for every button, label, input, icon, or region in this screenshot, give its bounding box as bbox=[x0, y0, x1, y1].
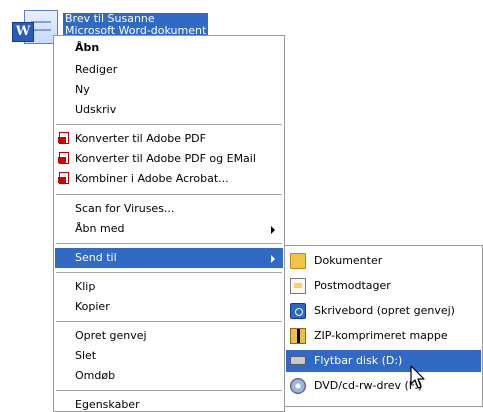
word-w-glyph: W bbox=[12, 22, 34, 42]
send-to-dvd-drive[interactable]: DVD/cd-rw-drev (F:) bbox=[286, 375, 481, 397]
menu-item-label: Scan for Viruses... bbox=[75, 202, 175, 215]
menu-separator bbox=[56, 194, 282, 195]
menu-separator bbox=[56, 124, 282, 125]
zip-folder-icon bbox=[290, 328, 306, 344]
send-to-mail-recipient[interactable]: Postmodtager bbox=[286, 275, 481, 297]
menu-item-label: Konverter til Adobe PDF og EMail bbox=[75, 152, 256, 165]
menu-item-combine-acrobat[interactable]: Kombiner i Adobe Acrobat... bbox=[55, 169, 283, 189]
menu-item-label: Slet bbox=[75, 349, 97, 362]
menu-item-rename[interactable]: Omdøb bbox=[55, 366, 283, 386]
folder-icon bbox=[290, 253, 306, 269]
mouse-cursor-icon bbox=[410, 365, 425, 389]
adobe-pdf-email-icon bbox=[58, 152, 70, 165]
adobe-pdf-icon bbox=[58, 132, 70, 145]
submenu-item-label: DVD/cd-rw-drev (F:) bbox=[314, 379, 423, 392]
menu-item-open[interactable]: Åbn bbox=[55, 38, 283, 58]
menu-item-print[interactable]: Udskriv bbox=[55, 100, 283, 120]
removable-disk-icon bbox=[290, 356, 306, 365]
menu-item-edit[interactable]: Rediger bbox=[55, 60, 283, 80]
submenu-item-label: ZIP-komprimeret mappe bbox=[314, 329, 448, 342]
word-document-icon[interactable]: W bbox=[6, 10, 59, 44]
menu-item-label: Egenskaber bbox=[75, 398, 140, 411]
menu-item-label: Opret genvej bbox=[75, 329, 147, 342]
mail-recipient-icon bbox=[290, 278, 306, 294]
menu-item-properties[interactable]: Egenskaber bbox=[55, 395, 283, 412]
menu-item-delete[interactable]: Slet bbox=[55, 346, 283, 366]
send-to-desktop[interactable]: Skrivebord (opret genvej) bbox=[286, 300, 481, 322]
send-to-zip-folder[interactable]: ZIP-komprimeret mappe bbox=[286, 325, 481, 347]
adobe-acrobat-icon bbox=[58, 172, 70, 185]
menu-item-convert-pdf[interactable]: Konverter til Adobe PDF bbox=[55, 129, 283, 149]
menu-separator bbox=[56, 243, 282, 244]
file-label[interactable]: Brev til Susanne Microsoft Word-dokument bbox=[63, 13, 209, 37]
desktop-icon bbox=[290, 303, 306, 319]
menu-item-label: Konverter til Adobe PDF bbox=[75, 132, 206, 145]
menu-item-new[interactable]: Ny bbox=[55, 80, 283, 100]
menu-item-label: Omdøb bbox=[75, 369, 116, 382]
menu-item-label: Rediger bbox=[75, 63, 118, 76]
menu-item-label: Åbn med bbox=[75, 222, 125, 235]
desktop-area: W Brev til Susanne Microsoft Word-dokume… bbox=[0, 0, 483, 412]
menu-separator bbox=[56, 390, 282, 391]
menu-item-label: Send til bbox=[75, 251, 117, 264]
submenu-item-label: Skrivebord (opret genvej) bbox=[314, 304, 455, 317]
menu-item-scan-viruses[interactable]: Scan for Viruses... bbox=[55, 199, 283, 219]
submenu-item-label: Dokumenter bbox=[314, 254, 383, 267]
dvd-drive-icon bbox=[290, 378, 306, 394]
menu-item-label: Åbn bbox=[75, 41, 100, 54]
menu-item-copy[interactable]: Kopier bbox=[55, 297, 283, 317]
send-to-removable-disk[interactable]: Flytbar disk (D:) bbox=[286, 350, 481, 372]
context-menu: Åbn Rediger Ny Udskriv Konverter til Ado… bbox=[53, 35, 285, 412]
menu-item-create-shortcut[interactable]: Opret genvej bbox=[55, 326, 283, 346]
send-to-submenu: Dokumenter Postmodtager Skrivebord (opre… bbox=[284, 245, 483, 407]
submenu-arrow-icon bbox=[271, 255, 275, 263]
submenu-arrow-icon bbox=[271, 226, 275, 234]
menu-separator bbox=[56, 272, 282, 273]
menu-item-open-with[interactable]: Åbn med bbox=[55, 219, 283, 239]
menu-item-label: Kopier bbox=[75, 300, 110, 313]
send-to-documents[interactable]: Dokumenter bbox=[286, 250, 481, 272]
menu-item-label: Ny bbox=[75, 83, 90, 96]
submenu-item-label: Flytbar disk (D:) bbox=[314, 354, 403, 367]
menu-item-label: Udskriv bbox=[75, 103, 117, 116]
menu-separator bbox=[56, 321, 282, 322]
menu-item-cut[interactable]: Klip bbox=[55, 277, 283, 297]
submenu-item-label: Postmodtager bbox=[314, 279, 391, 292]
menu-item-convert-pdf-email[interactable]: Konverter til Adobe PDF og EMail bbox=[55, 149, 283, 169]
menu-item-label: Kombiner i Adobe Acrobat... bbox=[75, 172, 229, 185]
menu-item-send-to[interactable]: Send til bbox=[55, 248, 283, 268]
menu-item-label: Klip bbox=[75, 280, 96, 293]
